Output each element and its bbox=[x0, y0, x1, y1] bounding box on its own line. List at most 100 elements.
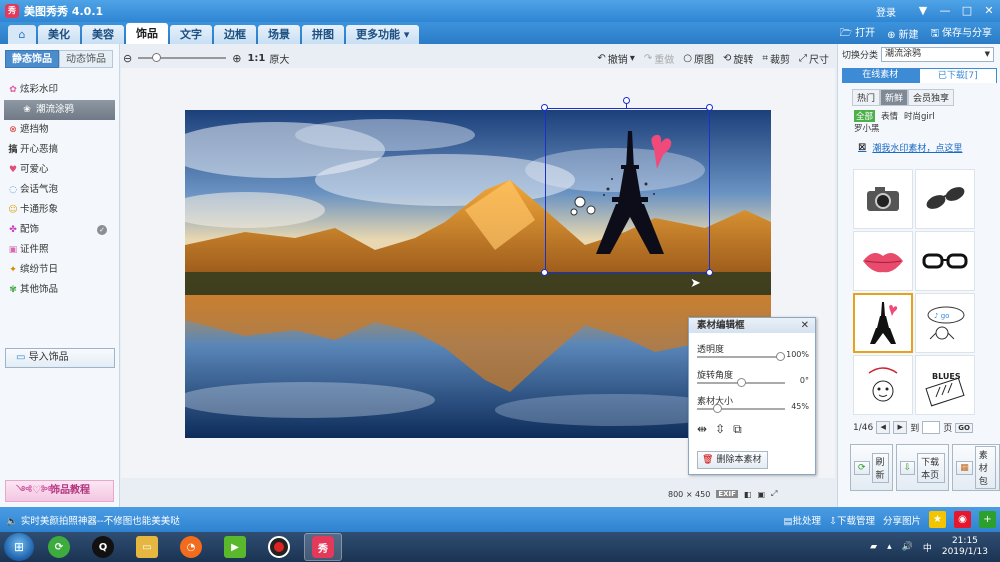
page-number-input[interactable] bbox=[922, 421, 941, 434]
filter-hot[interactable]: 热门 bbox=[852, 89, 881, 106]
filter-luoxiaohei[interactable]: 罗小黑 bbox=[854, 124, 880, 134]
resize-handle-bottom-right[interactable] bbox=[706, 269, 713, 276]
expand-badge-icon[interactable]: ✓ bbox=[97, 225, 107, 235]
filter-new[interactable]: 新鲜 bbox=[880, 89, 909, 106]
clock[interactable]: 21:15 2019/1/13 bbox=[942, 536, 988, 558]
windows-start-icon[interactable]: ⊞ bbox=[4, 533, 34, 561]
ime-icon[interactable]: 中 bbox=[923, 541, 932, 554]
rotation-handle[interactable] bbox=[623, 97, 630, 104]
taskbar-app[interactable]: ◔ bbox=[172, 533, 210, 561]
status-message[interactable]: 🔈 实时美颜拍照神器--不修图也能美美哒 bbox=[6, 513, 180, 527]
share-picture-button[interactable]: 分享图片 bbox=[883, 513, 921, 527]
tab-scene[interactable]: 场景 bbox=[258, 25, 300, 44]
filter-emotion[interactable]: 表情 bbox=[881, 110, 898, 122]
category-select[interactable]: 潮流涂鸦 ▼ bbox=[881, 47, 995, 62]
zoom-in-icon[interactable]: ⊕ bbox=[232, 52, 241, 65]
zoom-slider-knob[interactable] bbox=[152, 53, 162, 62]
zoom-out-icon[interactable]: ⊖ bbox=[123, 52, 132, 65]
size-slider-knob[interactable] bbox=[712, 404, 722, 413]
rotation-slider-knob[interactable] bbox=[736, 378, 746, 387]
minimize-icon[interactable]: — bbox=[934, 0, 956, 22]
original-image-button[interactable]: ○ 原图 bbox=[683, 51, 714, 66]
sticker-selection-box[interactable] bbox=[545, 108, 710, 273]
material-thumb[interactable] bbox=[915, 169, 975, 229]
more-functions-menu[interactable]: 更多功能 ▾ bbox=[346, 25, 420, 44]
category-item[interactable]: ♥ 可爱心 bbox=[0, 160, 119, 180]
tab-collage[interactable]: 拼图 bbox=[302, 25, 344, 44]
taskbar-app[interactable]: ▶ bbox=[216, 533, 254, 561]
category-item[interactable]: ✦ 缤纷节日 bbox=[0, 260, 119, 280]
material-thumb[interactable]: ♪ go bbox=[915, 293, 975, 353]
new-button[interactable]: ⊕ 新建 bbox=[887, 26, 918, 41]
copy-icon[interactable]: ⧉ bbox=[733, 422, 742, 437]
material-thumb[interactable] bbox=[853, 169, 913, 229]
network-icon[interactable]: ▰ bbox=[870, 542, 877, 552]
category-item[interactable]: ☺ 卡通形象 bbox=[0, 200, 119, 220]
tab-downloaded[interactable]: 已下载[7] bbox=[918, 68, 997, 83]
refresh-button[interactable]: ⟳ 刷新 bbox=[850, 444, 893, 491]
category-item-active[interactable]: ❀ 潮流涂鸦 bbox=[4, 100, 115, 120]
tab-static-accessories[interactable]: 静态饰品 bbox=[5, 50, 59, 68]
add-green-icon[interactable]: + bbox=[979, 511, 996, 528]
category-item[interactable]: ▣ 证件照 bbox=[0, 240, 119, 260]
actual-size-button[interactable]: 1:1 bbox=[247, 53, 265, 64]
exif-button[interactable]: EXIF bbox=[716, 490, 738, 498]
weibo-icon[interactable]: ◉ bbox=[954, 511, 971, 528]
watermark-link[interactable]: ⊠ 潮我水印素材，点这里 bbox=[858, 141, 962, 154]
taskbar-app-active[interactable]: 秀 bbox=[304, 533, 342, 561]
taskbar-app[interactable]: ⟳ bbox=[40, 533, 78, 561]
material-thumb[interactable] bbox=[915, 231, 975, 291]
material-pack-button[interactable]: ▦ 素材包 bbox=[952, 444, 1000, 491]
accessory-tutorial-button[interactable]: ༺♡༻ 饰品教程 bbox=[5, 480, 114, 502]
maximize-icon[interactable]: □ bbox=[956, 0, 978, 22]
next-page-button[interactable]: ▶ bbox=[893, 421, 908, 434]
taskbar-app[interactable]: ▭ bbox=[128, 533, 166, 561]
opacity-slider[interactable] bbox=[697, 352, 785, 361]
tab-accessories[interactable]: 饰品 bbox=[126, 23, 168, 44]
menu-dropdown-icon[interactable]: ▼ bbox=[912, 0, 934, 22]
home-icon[interactable]: ⌂ bbox=[8, 25, 36, 44]
prev-page-button[interactable]: ◀ bbox=[876, 421, 891, 434]
category-item[interactable]: ✾ 其他饰品 bbox=[0, 280, 119, 300]
category-item[interactable]: 搞开心恶搞 bbox=[0, 140, 119, 160]
category-item[interactable]: ✤ 配饰 ✓ bbox=[0, 220, 119, 240]
tab-online-materials[interactable]: 在线素材 bbox=[842, 68, 919, 83]
category-item[interactable]: ⊗ 遮挡物 bbox=[0, 120, 119, 140]
compare-icon[interactable]: ◧ bbox=[744, 490, 752, 499]
star-icon[interactable]: ★ bbox=[929, 511, 946, 528]
download-page-button[interactable]: ⇩ 下载本页 bbox=[895, 444, 950, 491]
resize-handle-top-right[interactable] bbox=[706, 104, 713, 111]
material-thumb[interactable]: BLUES bbox=[915, 355, 975, 415]
resize-button[interactable]: ⤢ 尺寸 bbox=[799, 51, 829, 66]
resize-handle-bottom-left[interactable] bbox=[541, 269, 548, 276]
resize-handle-top-left[interactable] bbox=[541, 104, 548, 111]
rotate-button[interactable]: ⟲ 旋转 bbox=[723, 51, 753, 66]
volume-icon[interactable]: 🔊 bbox=[902, 542, 913, 552]
opacity-slider-knob[interactable] bbox=[776, 352, 785, 361]
filter-vip[interactable]: 会员独享 bbox=[908, 89, 955, 106]
close-icon[interactable]: ✕ bbox=[978, 0, 1000, 22]
material-thumb-selected[interactable] bbox=[853, 293, 913, 353]
open-button[interactable]: 🗁 打开 bbox=[840, 24, 875, 43]
close-icon[interactable]: ✕ bbox=[801, 318, 809, 333]
save-share-button[interactable]: 🖫 保存与分享 bbox=[930, 24, 992, 43]
category-item[interactable]: ◌ 会话气泡 bbox=[0, 180, 119, 200]
taskbar-app[interactable] bbox=[260, 533, 298, 561]
login-link[interactable]: 登录 bbox=[876, 4, 896, 19]
tab-dynamic-accessories[interactable]: 动态饰品 bbox=[59, 50, 113, 68]
batch-process-button[interactable]: ▤批处理 bbox=[784, 513, 822, 527]
delete-sticker-button[interactable]: 🗑 删除本素材 bbox=[697, 451, 769, 469]
redo-button[interactable]: ↷ 重做 bbox=[644, 51, 674, 66]
filter-fashion-girl[interactable]: 时尚girl bbox=[904, 110, 935, 122]
material-thumb[interactable] bbox=[853, 355, 913, 415]
go-button[interactable]: GO bbox=[955, 422, 973, 433]
tray-expand-icon[interactable]: ▴ bbox=[887, 542, 892, 552]
zoom-slider[interactable] bbox=[138, 53, 227, 62]
fullscreen-icon[interactable]: ⤢ bbox=[771, 489, 777, 499]
flip-vertical-icon[interactable]: ⇳ bbox=[715, 422, 725, 437]
tab-beautify[interactable]: 美化 bbox=[38, 25, 80, 44]
size-slider[interactable] bbox=[697, 404, 785, 413]
flip-horizontal-icon[interactable]: ⇹ bbox=[697, 422, 707, 437]
undo-button[interactable]: ↶ 撤销 ▾ bbox=[597, 51, 634, 66]
rotation-slider[interactable] bbox=[697, 378, 785, 387]
